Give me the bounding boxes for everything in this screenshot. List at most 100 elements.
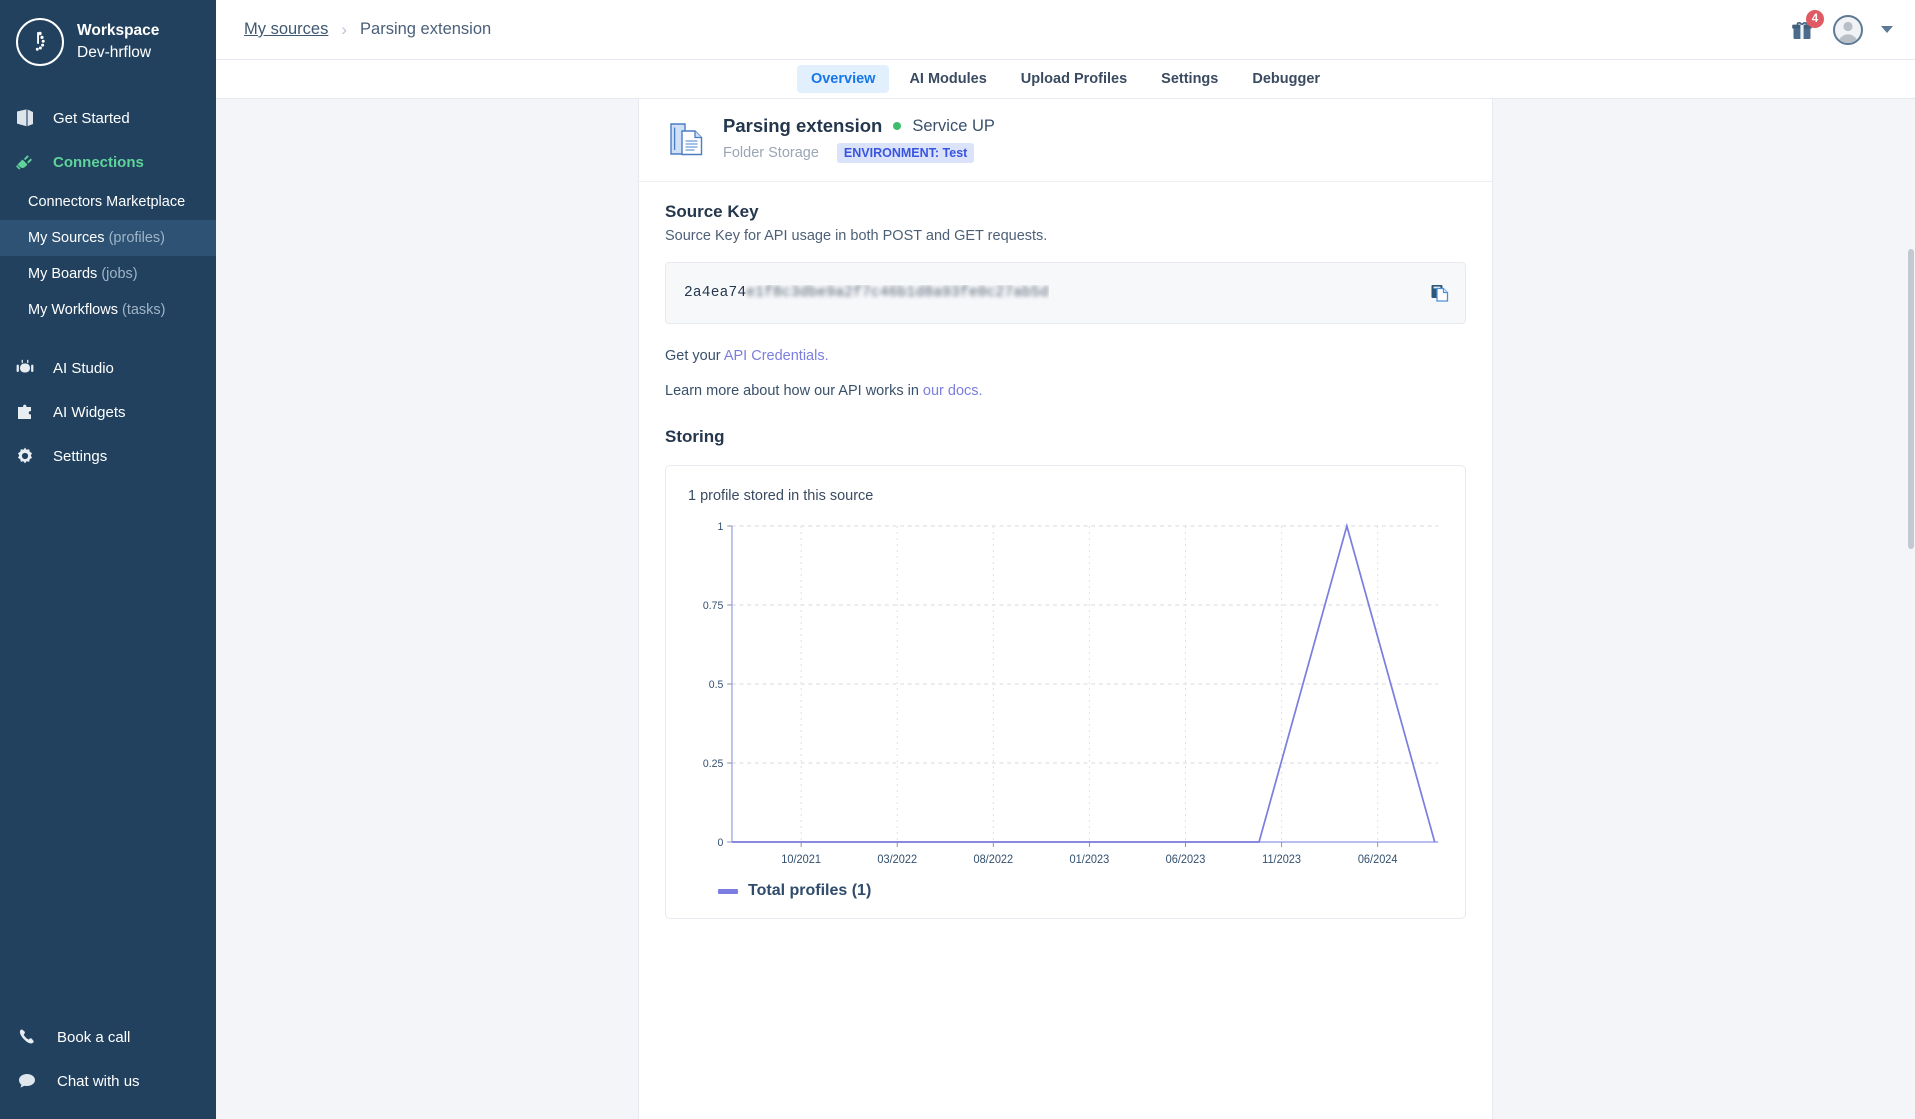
main-area: My sources › Parsing extension 4 xyxy=(216,0,1915,1119)
sidebar-subitem-label: My Boards xyxy=(28,266,97,282)
tab-ai-modules[interactable]: AI Modules xyxy=(895,65,1000,93)
source-key-description: Source Key for API usage in both POST an… xyxy=(665,228,1466,244)
sidebar-item-label: AI Widgets xyxy=(53,404,126,421)
api-docs-line: Learn more about how our API works in ou… xyxy=(665,383,1466,399)
sidebar-subitem-label: My Workflows xyxy=(28,302,118,318)
tab-upload-profiles[interactable]: Upload Profiles xyxy=(1007,65,1141,93)
breadcrumb-link-my-sources[interactable]: My sources xyxy=(244,20,328,39)
sidebar-item-label: Book a call xyxy=(57,1029,130,1046)
svg-text:08/2022: 08/2022 xyxy=(973,854,1013,866)
svg-text:03/2022: 03/2022 xyxy=(877,854,917,866)
svg-text:10/2021: 10/2021 xyxy=(781,854,821,866)
source-header: Parsing extension Service UP Folder Stor… xyxy=(639,99,1492,182)
user-avatar-icon xyxy=(1835,17,1861,43)
storing-chart-card: 1 profile stored in this source 0 0.25 0.5… xyxy=(665,465,1466,919)
svg-text:0.5: 0.5 xyxy=(709,679,724,691)
breadcrumb-current: Parsing extension xyxy=(360,20,491,39)
legend-swatch xyxy=(718,889,738,894)
sidebar-item-book-a-call[interactable]: Book a call xyxy=(0,1015,216,1059)
source-key-value: 2a4ea74e1f8c3dbe9a2f7c46b1d8a93fe0c27ab5… xyxy=(684,285,1049,301)
sidebar-item-my-boards[interactable]: My Boards (jobs) xyxy=(0,256,216,292)
chart-legend: Total profiles (1) xyxy=(688,882,1443,900)
tab-bar: Overview AI Modules Upload Profiles Sett… xyxy=(216,60,1915,99)
gift-badge-count: 4 xyxy=(1806,10,1824,28)
gear-icon xyxy=(12,443,38,469)
sidebar-item-chat-with-us[interactable]: Chat with us xyxy=(0,1059,216,1103)
app-root: Workspace Dev-hrflow Get Started xyxy=(0,0,1915,1119)
plug-icon xyxy=(12,149,38,175)
sidebar-item-ai-widgets[interactable]: AI Widgets xyxy=(0,390,216,434)
svg-text:06/2023: 06/2023 xyxy=(1166,854,1206,866)
top-bar-actions: 4 xyxy=(1789,15,1893,45)
sidebar-item-my-sources[interactable]: My Sources (profiles) xyxy=(0,220,216,256)
avatar[interactable] xyxy=(1833,15,1863,45)
scrollbar-thumb[interactable] xyxy=(1908,249,1914,549)
sidebar-subitem-label: My Sources xyxy=(28,230,105,246)
top-bar: My sources › Parsing extension 4 xyxy=(216,0,1915,60)
folder-documents-icon xyxy=(665,118,707,160)
source-key-visible: 2a4ea74 xyxy=(684,285,746,301)
gift-button[interactable]: 4 xyxy=(1789,17,1815,43)
svg-text:0.75: 0.75 xyxy=(703,600,723,612)
sidebar-item-get-started[interactable]: Get Started xyxy=(0,96,216,140)
legend-label: Total profiles (1) xyxy=(748,882,871,900)
svg-text:01/2023: 01/2023 xyxy=(1070,854,1110,866)
sidebar-subitem-suffix: (profiles) xyxy=(109,230,165,246)
sidebar-item-label: Connections xyxy=(53,154,144,171)
sidebar-item-my-workflows[interactable]: My Workflows (tasks) xyxy=(0,292,216,328)
api-credentials-prefix: Get your xyxy=(665,348,724,364)
chart-caption: 1 profile stored in this source xyxy=(688,488,1443,504)
api-docs-prefix: Learn more about how our API works in xyxy=(665,383,923,399)
workspace-header[interactable]: Workspace Dev-hrflow xyxy=(0,0,216,84)
book-icon xyxy=(12,105,38,131)
chart-svg: 0 0.25 0.5 0.75 1 10/2021 03/2022 08/2022 01/202… xyxy=(688,512,1443,872)
api-credentials-link[interactable]: API Credentials. xyxy=(724,348,829,364)
api-credentials-line: Get your API Credentials. xyxy=(665,348,1466,364)
card-body: Source Key Source Key for API usage in b… xyxy=(639,182,1492,945)
sidebar-subitem-suffix: (tasks) xyxy=(122,302,166,318)
sidebar-item-label: Get Started xyxy=(53,110,130,127)
sidebar-item-label: Settings xyxy=(53,448,107,465)
source-key-title: Source Key xyxy=(665,202,1466,222)
puzzle-icon xyxy=(12,399,38,425)
tab-settings[interactable]: Settings xyxy=(1147,65,1232,93)
profiles-line-chart: 0 0.25 0.5 0.75 1 10/2021 03/2022 08/2022 01/202… xyxy=(688,512,1443,872)
chevron-down-icon[interactable] xyxy=(1881,26,1893,33)
svg-text:1: 1 xyxy=(718,521,724,533)
sidebar: Workspace Dev-hrflow Get Started xyxy=(0,0,216,1119)
robot-icon xyxy=(12,355,38,381)
chat-bubble-icon xyxy=(14,1068,40,1094)
vertical-scrollbar[interactable] xyxy=(1907,99,1915,1119)
sidebar-subitem-suffix: (jobs) xyxy=(101,266,137,282)
status-text: Service UP xyxy=(912,117,995,136)
sidebar-bottom-nav: Book a call Chat with us xyxy=(0,1015,216,1103)
source-detail-card: Parsing extension Service UP Folder Stor… xyxy=(638,99,1493,1119)
api-docs-link[interactable]: our docs. xyxy=(923,383,983,399)
sidebar-nav: Get Started Connections Connectors Marke… xyxy=(0,96,216,478)
breadcrumb: My sources › Parsing extension xyxy=(244,20,491,40)
page-title: Parsing extension xyxy=(723,115,882,137)
phone-icon xyxy=(14,1024,40,1050)
svg-text:0.25: 0.25 xyxy=(703,758,723,770)
sidebar-item-label: AI Studio xyxy=(53,360,114,377)
source-key-box[interactable]: 2a4ea74e1f8c3dbe9a2f7c46b1d8a93fe0c27ab5… xyxy=(665,262,1466,324)
sidebar-subitem-label: Connectors Marketplace xyxy=(28,194,185,210)
hrflow-logo-icon xyxy=(16,18,64,66)
sidebar-item-connections[interactable]: Connections xyxy=(0,140,216,184)
tab-overview[interactable]: Overview xyxy=(797,65,890,93)
content-scroll-area: Parsing extension Service UP Folder Stor… xyxy=(216,99,1915,1119)
workspace-label: Workspace xyxy=(77,20,159,42)
svg-text:11/2023: 11/2023 xyxy=(1262,854,1301,866)
storing-title: Storing xyxy=(665,427,1466,447)
sidebar-item-label: Chat with us xyxy=(57,1073,140,1090)
copy-icon[interactable] xyxy=(1429,282,1451,304)
svg-text:0: 0 xyxy=(718,837,724,849)
sidebar-item-connectors-marketplace[interactable]: Connectors Marketplace xyxy=(0,184,216,220)
chevron-right-icon: › xyxy=(341,20,347,40)
sidebar-item-settings[interactable]: Settings xyxy=(0,434,216,478)
status-dot-icon xyxy=(893,122,901,130)
sidebar-item-ai-studio[interactable]: AI Studio xyxy=(0,346,216,390)
status-badge: ENVIRONMENT: Test xyxy=(837,143,974,163)
svg-text:06/2024: 06/2024 xyxy=(1358,854,1398,866)
tab-debugger[interactable]: Debugger xyxy=(1238,65,1334,93)
